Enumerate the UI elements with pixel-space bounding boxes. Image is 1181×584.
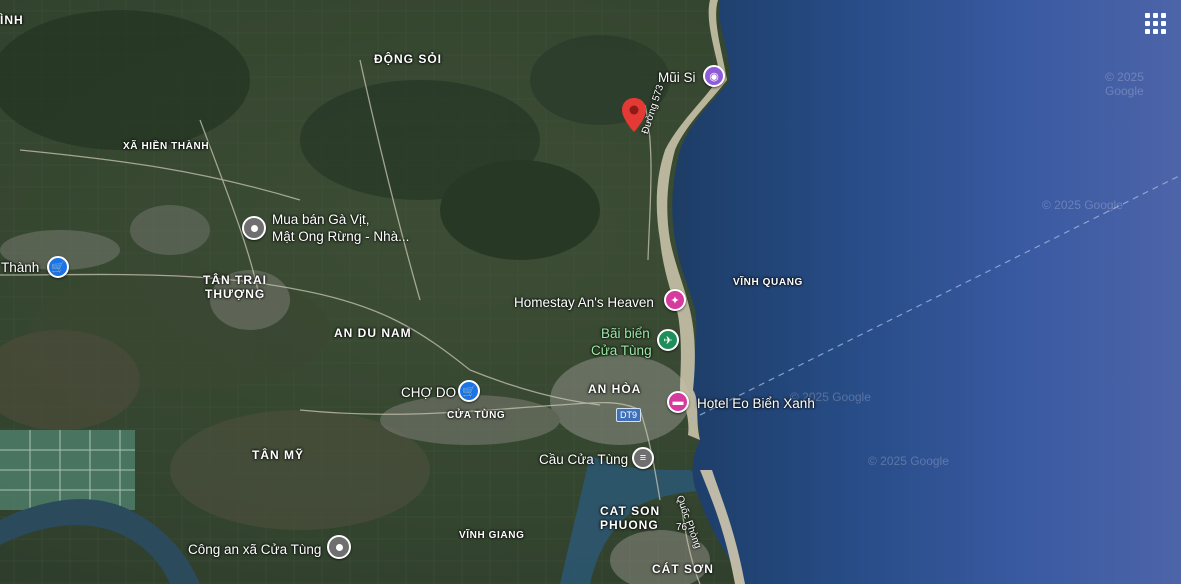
poi-label-mua-ban-line1[interactable]: Mua bán Gà Vịt, — [272, 212, 370, 227]
area-label-phuong: PHUONG — [600, 518, 659, 532]
area-label-tan-my: TÂN MỸ — [252, 448, 304, 462]
route-badge-dt9: DT9 — [616, 408, 642, 422]
poi-label-mui-si[interactable]: Mũi Si — [658, 70, 696, 85]
road-label-76: 76 — [676, 522, 688, 533]
poi-label-bai-bien-line1[interactable]: Bãi biển — [601, 326, 650, 341]
poi-label-bai-bien-line2[interactable]: Cửa Tùng — [591, 343, 652, 358]
place-pin-icon[interactable] — [327, 535, 351, 559]
area-label-cua-tung: CỬA TÙNG — [447, 410, 506, 421]
poi-label-thanh[interactable]: Thành — [1, 260, 39, 275]
shopping-cart-icon[interactable]: 🛒 — [47, 256, 69, 278]
poi-label-hotel-eo-bien-xanh[interactable]: Hotel Eo Biển Xanh — [697, 396, 815, 411]
satellite-map[interactable] — [0, 0, 1181, 584]
area-label-dong-soi: ĐỘNG SỎI — [374, 52, 443, 66]
place-pin-icon[interactable] — [242, 216, 266, 240]
apps-grid-icon[interactable] — [1144, 12, 1166, 34]
area-label-cat-son: CAT SON — [600, 504, 661, 518]
copyright-watermark: © 2025 Google — [868, 454, 949, 468]
bed-icon[interactable]: ▬ — [667, 391, 689, 413]
area-label-thuong: THƯỢNG — [205, 287, 266, 301]
copyright-watermark: © 2025 Google — [1042, 198, 1123, 212]
red-location-marker-icon[interactable] — [622, 98, 646, 132]
area-label-vinh-giang: VĨNH GIANG — [459, 530, 525, 541]
area-label-tan-trai: TÂN TRAI — [203, 273, 267, 287]
poi-label-cong-an[interactable]: Công an xã Cửa Tùng — [188, 542, 321, 557]
camera-icon[interactable]: ◉ — [703, 65, 725, 87]
beach-icon[interactable]: ✈ — [657, 329, 679, 351]
hotel-icon[interactable]: ✦ — [664, 289, 686, 311]
poi-label-cho-do[interactable]: CHỢ DO — [401, 385, 456, 400]
area-label-xa-hien-thanh: XÃ HIỀN THÀNH — [123, 141, 210, 152]
area-label-cat-son-south: CÁT SƠN — [652, 562, 714, 576]
area-label-vinh: ÌNH — [0, 13, 24, 27]
area-label-vinh-quang: VĨNH QUANG — [733, 277, 803, 288]
copyright-watermark: © 2025 Google — [1105, 70, 1144, 98]
poi-label-cau-cua-tung[interactable]: Cầu Cửa Tùng — [539, 452, 628, 467]
poi-label-mua-ban-line2[interactable]: Mật Ong Rừng - Nhà... — [272, 229, 409, 244]
area-label-an-du-nam: AN DU NAM — [334, 326, 412, 340]
bridge-icon[interactable]: ≡ — [632, 447, 654, 469]
poi-label-homestay[interactable]: Homestay An's Heaven — [514, 295, 654, 310]
aquaculture-ponds — [0, 430, 135, 510]
area-label-an-hoa: AN HÒA — [588, 382, 642, 396]
shopping-cart-icon[interactable]: 🛒 — [458, 380, 480, 402]
